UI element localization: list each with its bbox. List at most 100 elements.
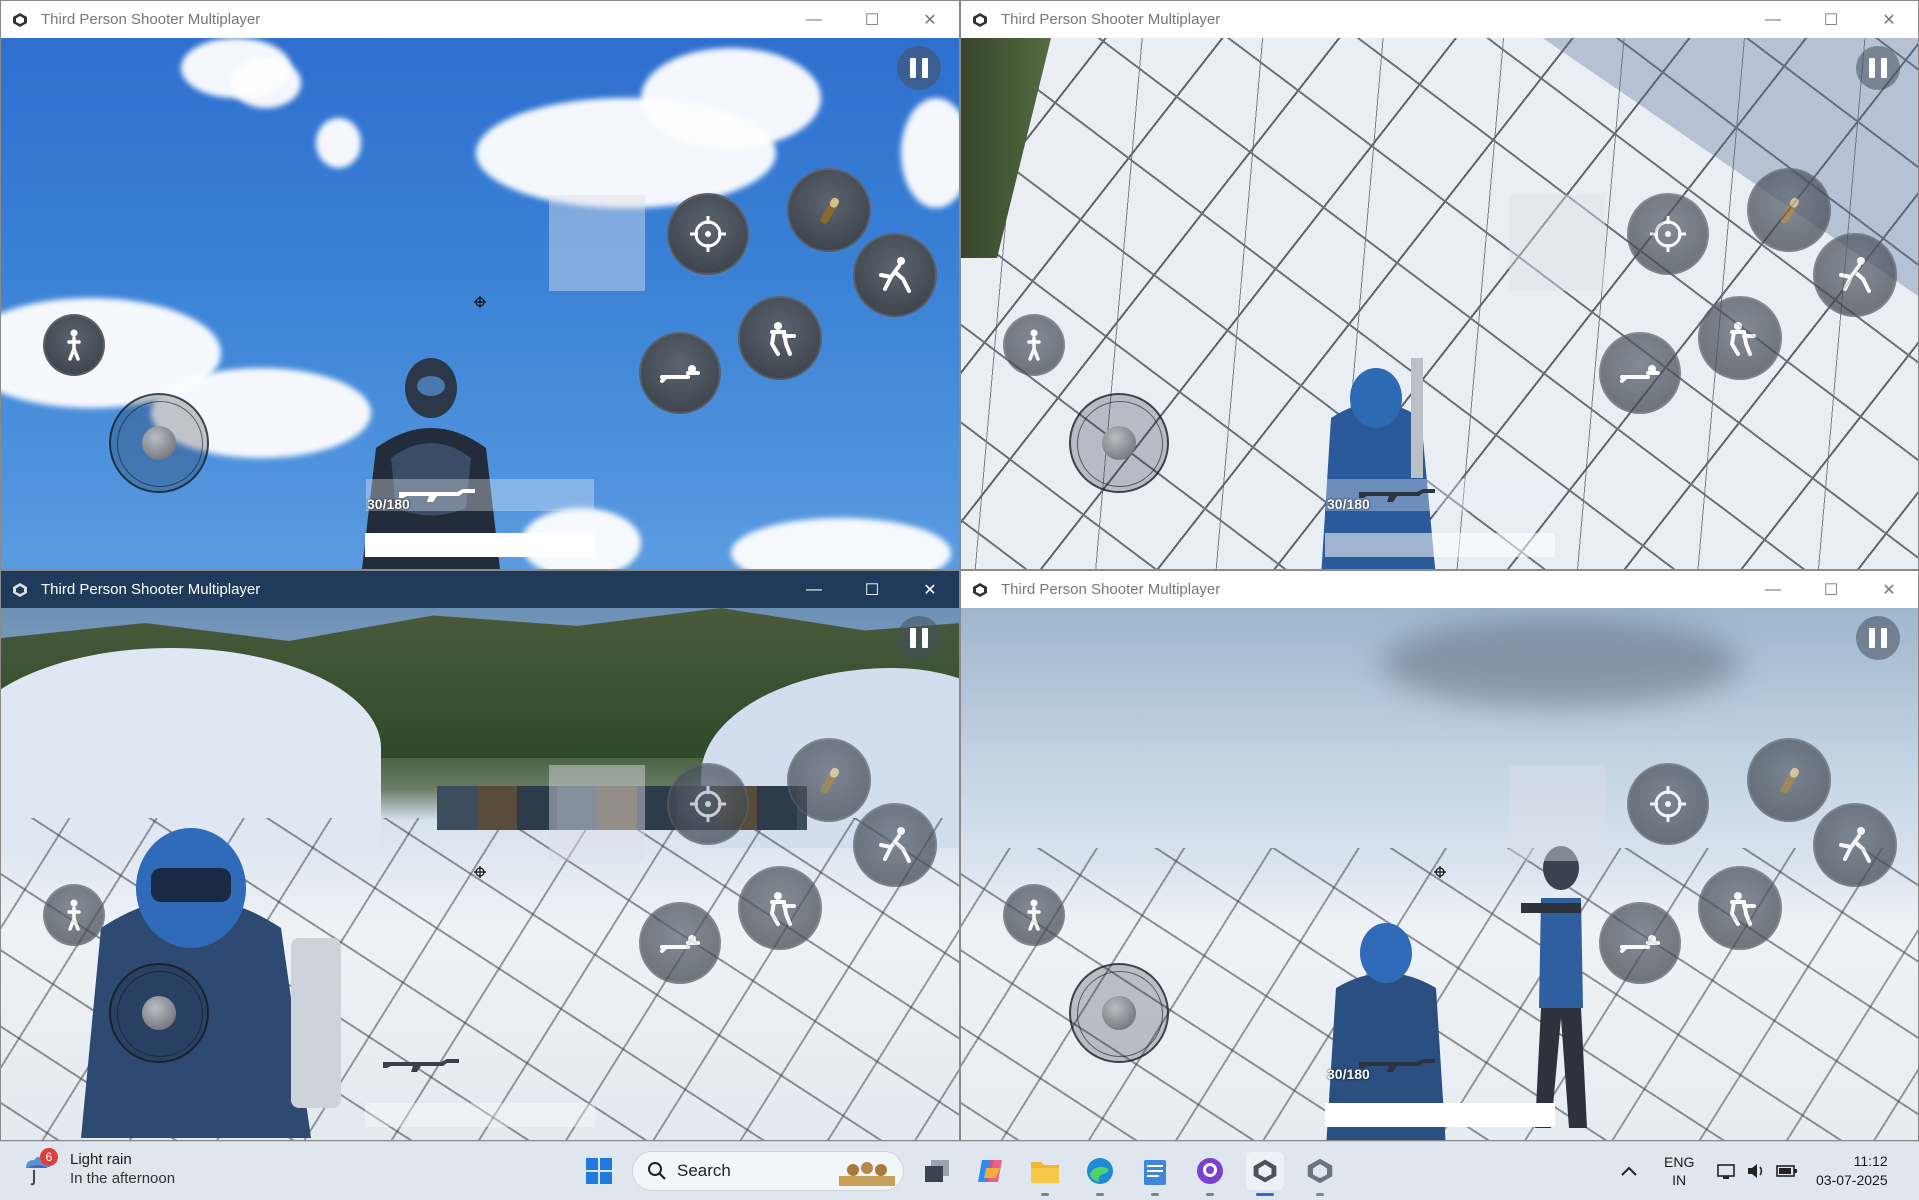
movement-joystick[interactable]: [1069, 393, 1169, 493]
crouch-button[interactable]: [1698, 866, 1782, 950]
movement-joystick[interactable]: [109, 963, 209, 1063]
joystick-knob[interactable]: [1102, 996, 1136, 1030]
language-indicator[interactable]: ENG IN: [1664, 1153, 1694, 1189]
game-viewport[interactable]: 30/180: [1, 38, 959, 569]
unity-app-icon: [11, 11, 29, 29]
game-viewport[interactable]: 30/180: [961, 38, 1918, 569]
window-title: Third Person Shooter Multiplayer: [1001, 11, 1221, 28]
edge-button[interactable]: [1081, 1152, 1119, 1196]
minimize-button[interactable]: —: [1744, 571, 1802, 608]
pause-button[interactable]: [897, 46, 941, 90]
maximize-button[interactable]: ☐: [1802, 1, 1860, 38]
pause-button[interactable]: [1856, 616, 1900, 660]
notepad-button[interactable]: [1136, 1152, 1174, 1196]
system-tray-icons[interactable]: [1716, 1142, 1798, 1200]
jump-button[interactable]: [1813, 233, 1897, 317]
joystick-knob[interactable]: [1102, 426, 1136, 460]
aim-button[interactable]: [667, 763, 749, 845]
aim-button[interactable]: [1627, 193, 1709, 275]
jump-button[interactable]: [1813, 803, 1897, 887]
close-button[interactable]: ✕: [901, 1, 959, 38]
minimize-button[interactable]: —: [785, 1, 843, 38]
walk-toggle-button[interactable]: [1003, 314, 1065, 376]
jump-button[interactable]: [853, 803, 937, 887]
movement-joystick[interactable]: [1069, 963, 1169, 1063]
game-window-4[interactable]: Third Person Shooter Multiplayer — ☐ ✕ 3…: [960, 570, 1919, 1141]
unity-game-button[interactable]: [1246, 1152, 1284, 1196]
minimize-button[interactable]: —: [785, 571, 843, 608]
maximize-button[interactable]: ☐: [843, 1, 901, 38]
window-title: Third Person Shooter Multiplayer: [1001, 581, 1221, 598]
jump-button[interactable]: [853, 233, 937, 317]
chevron-up-icon[interactable]: [1620, 1165, 1638, 1177]
health-bar: [1325, 1103, 1555, 1127]
running-indicator: [1151, 1193, 1159, 1196]
file-explorer-button[interactable]: [1026, 1152, 1064, 1196]
github-icon: [1197, 1158, 1223, 1184]
aim-button[interactable]: [667, 193, 749, 275]
close-button[interactable]: ✕: [1860, 571, 1918, 608]
maximize-button[interactable]: ☐: [843, 571, 901, 608]
walk-toggle-button[interactable]: [43, 884, 105, 946]
rifle-icon: [399, 489, 475, 502]
title-bar[interactable]: Third Person Shooter Multiplayer — ☐ ✕: [1, 571, 959, 608]
crouch-button[interactable]: [738, 296, 822, 380]
pause-button[interactable]: [897, 616, 941, 660]
game-window-3[interactable]: Third Person Shooter Multiplayer — ☐ ✕: [0, 570, 960, 1141]
close-button[interactable]: ✕: [901, 571, 959, 608]
reload-button[interactable]: [1747, 168, 1831, 252]
crosshair-icon: [474, 866, 486, 878]
unity-app-icon: [971, 11, 989, 29]
walk-toggle-button[interactable]: [1003, 884, 1065, 946]
pause-button[interactable]: [1856, 46, 1900, 90]
joystick-knob[interactable]: [142, 426, 176, 460]
title-bar[interactable]: Third Person Shooter Multiplayer — ☐ ✕: [961, 571, 1918, 608]
crouch-button[interactable]: [738, 866, 822, 950]
prone-button[interactable]: [1599, 332, 1681, 414]
aim-button[interactable]: [1627, 763, 1709, 845]
prone-button[interactable]: [639, 902, 721, 984]
aim-touch-area[interactable]: [1509, 195, 1605, 291]
crouch-icon: [1729, 892, 1756, 926]
joystick-knob[interactable]: [142, 996, 176, 1030]
unity-icon: [1253, 1159, 1277, 1183]
aim-touch-area[interactable]: [549, 195, 645, 291]
aim-touch-area[interactable]: [549, 765, 645, 861]
reload-button[interactable]: [787, 168, 871, 252]
close-button[interactable]: ✕: [1860, 1, 1918, 38]
prone-button[interactable]: [1599, 902, 1681, 984]
game-window-1[interactable]: Third Person Shooter Multiplayer — ☐ ✕ 3…: [0, 0, 960, 570]
crouch-button[interactable]: [1698, 296, 1782, 380]
game-window-2[interactable]: Third Person Shooter Multiplayer — ☐ ✕ 3…: [960, 0, 1919, 570]
aim-touch-area[interactable]: [1509, 765, 1605, 861]
clock[interactable]: 11:12 03-07-2025: [1816, 1152, 1888, 1190]
pause-icon: [1866, 58, 1890, 78]
movement-joystick[interactable]: [109, 393, 209, 493]
copilot-button[interactable]: [972, 1152, 1010, 1190]
game-viewport[interactable]: [1, 608, 959, 1140]
health-bar: [365, 1103, 595, 1127]
unity-hub-button[interactable]: [1301, 1152, 1339, 1196]
weather-widget[interactable]: 6 Light rain In the afternoon: [22, 1148, 175, 1188]
game-viewport[interactable]: 30/180: [961, 608, 1918, 1140]
search-box[interactable]: Search: [632, 1151, 904, 1191]
prone-button[interactable]: [639, 332, 721, 414]
task-view-button[interactable]: [918, 1152, 956, 1190]
title-bar[interactable]: Third Person Shooter Multiplayer — ☐ ✕: [961, 1, 1918, 38]
minimize-button[interactable]: —: [1744, 1, 1802, 38]
jump-icon: [1839, 257, 1871, 293]
title-bar[interactable]: Third Person Shooter Multiplayer — ☐ ✕: [1, 1, 959, 38]
github-desktop-button[interactable]: [1191, 1152, 1229, 1196]
windows-logo-icon: [586, 1158, 612, 1184]
maximize-button[interactable]: ☐: [1802, 571, 1860, 608]
rifle-icon: [383, 1059, 459, 1072]
walk-toggle-button[interactable]: [43, 314, 105, 376]
aim-icon: [690, 786, 726, 822]
task-view-icon: [925, 1160, 949, 1182]
start-button[interactable]: [580, 1152, 618, 1190]
reload-button[interactable]: [1747, 738, 1831, 822]
reload-button[interactable]: [787, 738, 871, 822]
prone-icon: [660, 365, 700, 383]
unity-app-icon: [11, 581, 29, 599]
reload-icon: [820, 767, 840, 794]
